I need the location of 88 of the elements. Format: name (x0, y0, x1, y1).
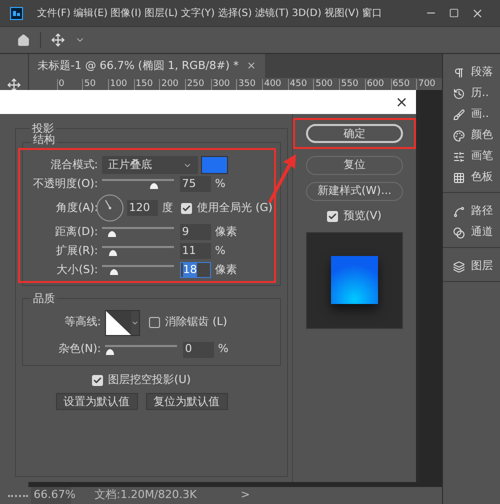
menu-item[interactable]: 3D(D) (292, 6, 322, 20)
menu-item[interactable]: 窗口 (362, 6, 382, 20)
panel-tab[interactable]: 段落 (442, 62, 500, 83)
checkbox[interactable] (181, 202, 192, 214)
maximize-icon[interactable] (449, 8, 459, 18)
field-label: 大小(S): (56, 262, 99, 278)
unit-label: 度 (162, 200, 173, 216)
checkbox-label: 图层挖空投影(U) (108, 372, 191, 388)
menu-item[interactable]: 视图(V) (324, 6, 360, 20)
move-tool-icon[interactable] (6, 78, 21, 92)
paragraph-icon (452, 66, 465, 78)
unit-label: % (215, 242, 226, 259)
slider[interactable] (105, 344, 177, 356)
slider-thumb[interactable] (109, 268, 120, 275)
slider[interactable] (102, 245, 174, 257)
number-field[interactable]: 11 (180, 243, 211, 259)
dialog-close[interactable]: × (395, 90, 408, 114)
field-label: 扩展(R): (55, 242, 99, 259)
close-icon[interactable] (471, 6, 484, 20)
panel-tab[interactable]: 图层 (442, 256, 500, 277)
checkbox[interactable] (327, 210, 338, 222)
menu-item[interactable]: 滤镜(T) (254, 6, 289, 20)
number-field[interactable]: 75 (180, 176, 211, 192)
slider-thumb[interactable] (148, 182, 158, 189)
palette-icon (452, 130, 465, 142)
document-size: 文档:1.20M/820.3K (94, 487, 197, 504)
menu-item[interactable]: 图像(I) (110, 6, 142, 20)
contour-picker[interactable] (105, 310, 140, 336)
layers-icon (452, 260, 465, 272)
menu-item[interactable]: 编辑(E) (74, 6, 108, 20)
status-arrow[interactable]: > (240, 487, 250, 504)
menu-item[interactable]: 图层(L) (144, 6, 178, 20)
history-icon (452, 88, 465, 100)
field-label: 等高线: (63, 314, 102, 330)
slider[interactable] (102, 178, 174, 190)
unit-label: 像素 (215, 262, 237, 278)
slider[interactable] (102, 264, 174, 276)
panel-tab[interactable]: 画.. (442, 104, 500, 125)
checkbox[interactable] (149, 317, 160, 328)
panel-tab[interactable]: 路径 (442, 201, 500, 222)
move-tool-icon[interactable] (51, 33, 65, 47)
number-field[interactable]: 9 (180, 224, 211, 240)
field-label: 距离(D): (54, 224, 99, 240)
menu-item[interactable]: 文字(Y) (180, 6, 215, 20)
grid-icon (452, 172, 465, 184)
unit-label: 像素 (215, 224, 237, 240)
checkbox[interactable] (92, 374, 104, 386)
slider-thumb[interactable] (106, 230, 117, 237)
checkbox-label: 预览(V) (343, 208, 382, 224)
number-field[interactable]: 18 (180, 262, 211, 278)
default-button[interactable]: 设置为默认值 (56, 392, 138, 410)
unit-label: % (215, 176, 226, 192)
field-label: 混合模式: (49, 156, 99, 173)
field-label: 不透明度(O): (32, 176, 99, 192)
number-field[interactable]: 120 (127, 200, 158, 216)
panel-tab[interactable]: 通道 (442, 222, 500, 243)
document-tab[interactable]: 未标题-1 @ 66.7% (椭圆 1, RGB/8#) * × (28, 54, 265, 78)
checkbox-label: 消除锯齿 (L) (165, 314, 228, 330)
overlapping-circles-icon (452, 226, 465, 238)
field-label: 杂色(N): (57, 341, 102, 358)
preview-swatch (331, 256, 378, 304)
number-field[interactable]: 0 (183, 342, 214, 358)
slider[interactable] (102, 226, 174, 238)
panel-tab[interactable]: 颜色 (442, 125, 500, 146)
path-icon (452, 206, 465, 218)
contour-curve-icon (106, 310, 131, 334)
panel-tab[interactable]: 画笔 (442, 146, 500, 167)
sliders-icon (452, 150, 465, 162)
checkbox-label: 使用全局光 (G) (197, 200, 273, 216)
angle-dial[interactable] (96, 194, 124, 222)
dialog-button[interactable]: 新建样式(W)... (306, 182, 403, 201)
tab-close[interactable]: × (246, 58, 256, 74)
menu-item[interactable]: 文件(F) (37, 6, 71, 20)
blend-mode-select[interactable]: 正片叠底 (102, 156, 198, 174)
panel-tab[interactable]: 历.. (442, 83, 500, 104)
brush-icon (452, 108, 465, 120)
slider-thumb[interactable] (105, 348, 115, 354)
color-swatch[interactable] (201, 156, 228, 174)
field-label: 角度(A): (55, 200, 99, 216)
dialog-button[interactable]: 复位 (306, 156, 403, 175)
default-button[interactable]: 复位为默认值 (146, 392, 228, 410)
app-logo-icon (10, 6, 23, 20)
dialog-button[interactable]: 确定 (306, 124, 403, 143)
home-icon[interactable] (17, 34, 30, 46)
menu-item[interactable]: 选择(S) (218, 6, 252, 20)
panel-tab[interactable]: 色板 (442, 167, 500, 188)
unit-label: % (218, 341, 228, 358)
slider-thumb[interactable] (108, 249, 118, 256)
